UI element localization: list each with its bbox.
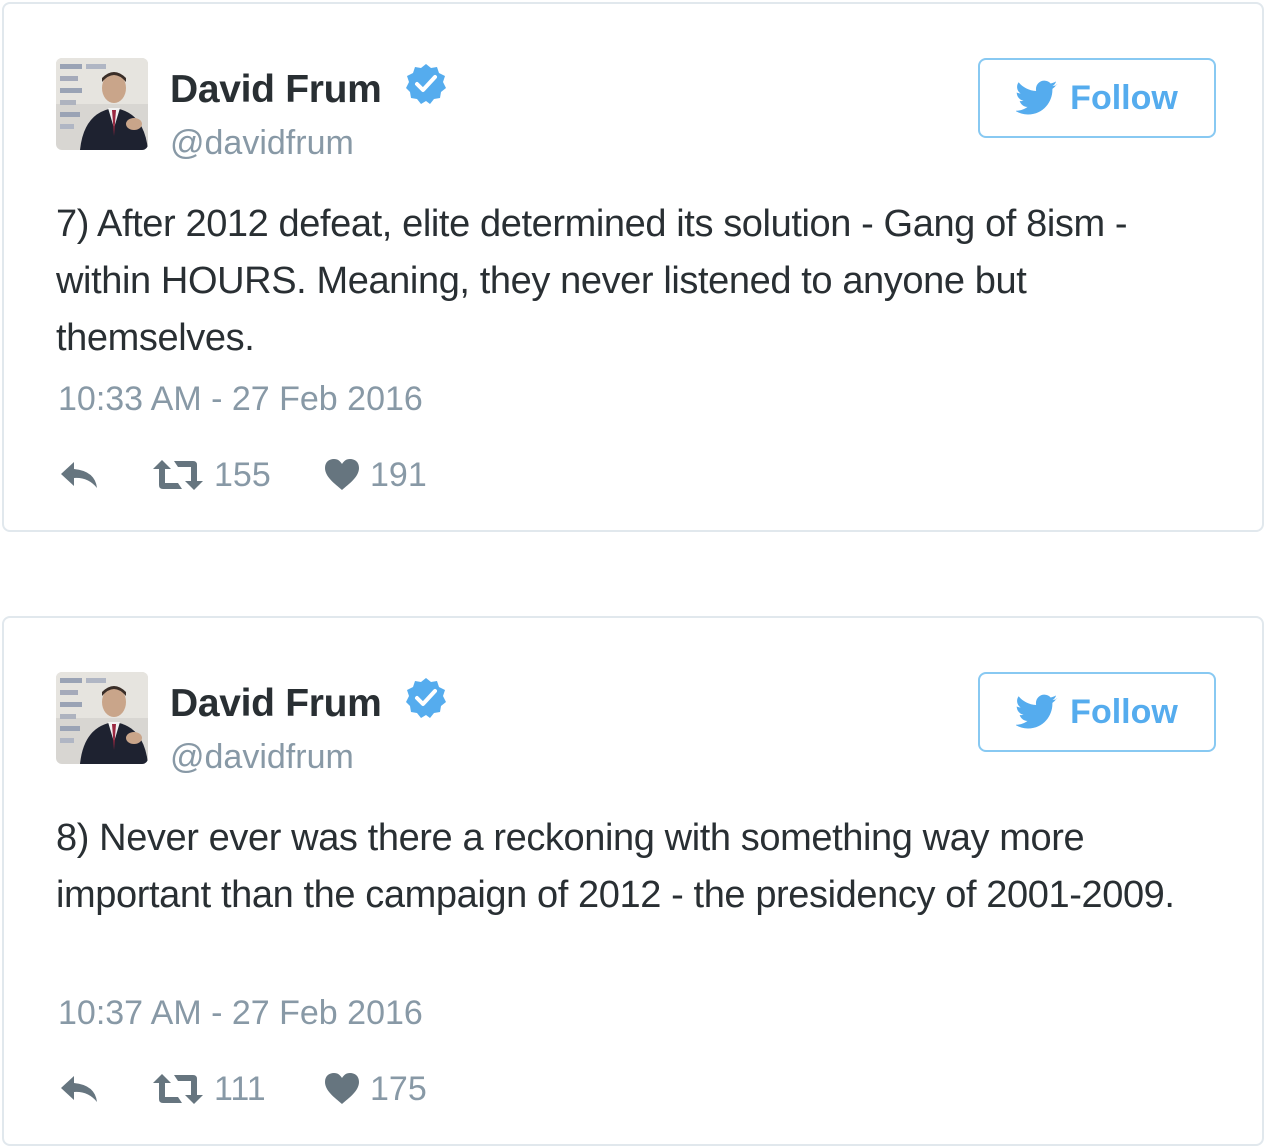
avatar[interactable] <box>56 58 148 150</box>
author-name[interactable]: David Frum <box>170 682 382 726</box>
retweet-count: 111 <box>214 1069 266 1108</box>
reply-button[interactable] <box>58 450 100 500</box>
avatar-image <box>56 672 148 764</box>
retweet-icon <box>153 460 203 490</box>
tweet-card: David Frum @davidfrum Follow 8) Never ev… <box>2 616 1264 1146</box>
tweet-timestamp[interactable]: 10:37 AM - 27 Feb 2016 <box>58 994 423 1033</box>
reply-button[interactable] <box>58 1064 100 1114</box>
verified-badge-icon <box>406 64 446 104</box>
heart-icon <box>325 459 359 490</box>
heart-icon <box>325 1073 359 1104</box>
tweet-actions: 111 175 <box>58 1064 558 1114</box>
like-button[interactable]: 175 <box>324 1064 427 1114</box>
tweet-actions: 155 191 <box>58 450 558 500</box>
twitter-bird-icon <box>1016 80 1058 115</box>
tweet-text: 8) Never ever was there a reckoning with… <box>56 817 1175 916</box>
tweet-text: 7) After 2012 defeat, elite determined i… <box>56 203 1128 359</box>
follow-button[interactable]: Follow <box>978 58 1216 138</box>
like-count: 175 <box>370 1069 427 1108</box>
follow-button[interactable]: Follow <box>978 672 1216 752</box>
tweet-timestamp[interactable]: 10:33 AM - 27 Feb 2016 <box>58 380 423 419</box>
tweet-card: David Frum @davidfrum Follow 7) After 20… <box>2 2 1264 532</box>
author-name[interactable]: David Frum <box>170 68 382 112</box>
retweet-count: 155 <box>214 455 271 494</box>
retweet-icon <box>153 1074 203 1104</box>
follow-label: Follow <box>1070 692 1178 731</box>
avatar[interactable] <box>56 672 148 764</box>
verified-badge-icon <box>406 678 446 718</box>
reply-icon <box>61 1076 97 1102</box>
like-count: 191 <box>370 455 427 494</box>
retweet-button[interactable]: 155 <box>152 450 271 500</box>
author-handle[interactable]: @davidfrum <box>170 738 354 777</box>
twitter-bird-icon <box>1016 694 1058 729</box>
avatar-image <box>56 58 148 150</box>
reply-icon <box>61 462 97 488</box>
like-button[interactable]: 191 <box>324 450 427 500</box>
follow-label: Follow <box>1070 78 1178 117</box>
retweet-button[interactable]: 111 <box>152 1064 266 1114</box>
author-handle[interactable]: @davidfrum <box>170 124 354 163</box>
